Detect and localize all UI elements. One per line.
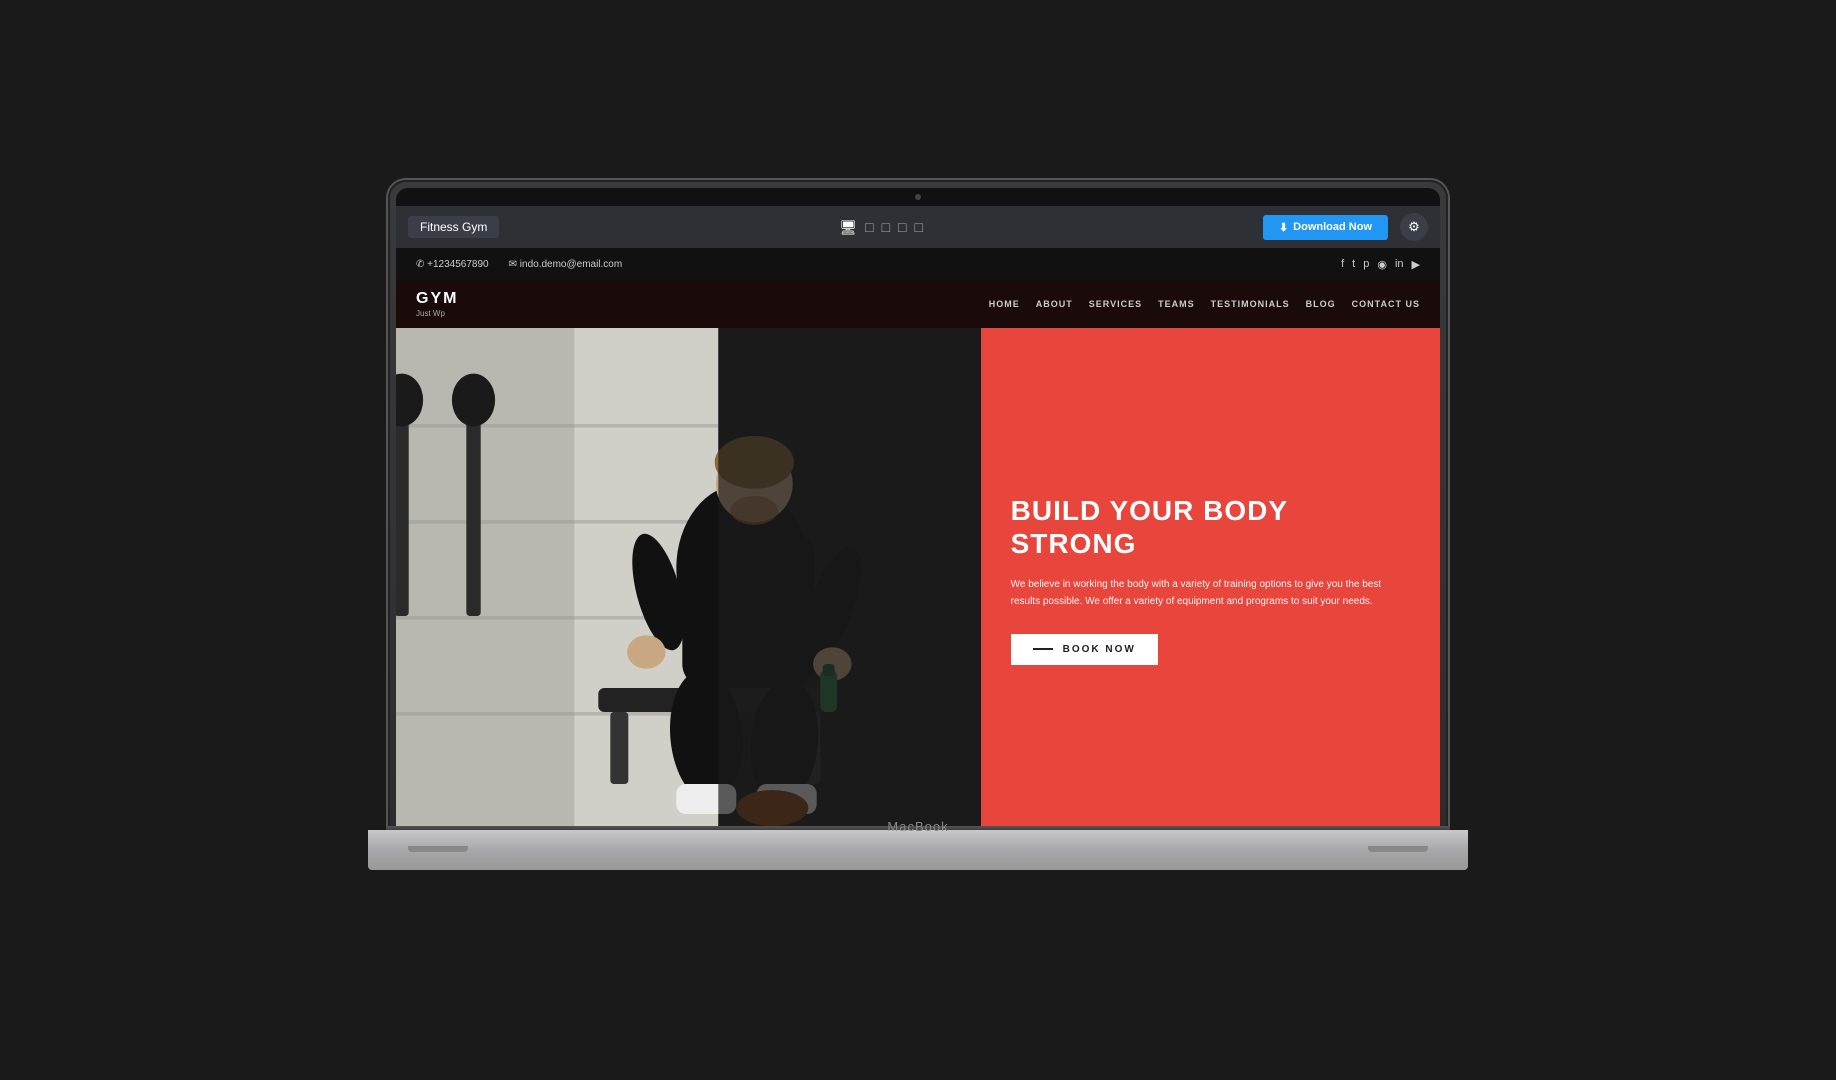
gym-illustration <box>396 328 981 832</box>
download-icon: ⬇ <box>1279 221 1288 234</box>
download-button[interactable]: ⬇ Download Now <box>1263 215 1388 240</box>
nav-blog[interactable]: BLOG <box>1306 299 1336 309</box>
nav-bar: GYM Just Wp HOME ABOUT SERVICES TEAMS TE… <box>396 280 1440 328</box>
phone-number: ✆ +1234567890 <box>416 259 489 270</box>
nav-testimonials[interactable]: TESTIMONIALS <box>1211 299 1290 309</box>
hero-headline: BUILD YOUR BODY STRONG <box>1011 495 1410 559</box>
book-now-button[interactable]: BOOK NOW <box>1011 634 1158 665</box>
macbook-foot-right <box>1368 846 1428 852</box>
screen-content: Fitness Gym 🖥 □ □ □ □ ⬇ Download Now <box>396 206 1440 832</box>
macbook-foot-left <box>408 846 468 852</box>
toolbar: Fitness Gym 🖥 □ □ □ □ ⬇ Download Now <box>396 206 1440 248</box>
mobile-icon[interactable]: □ <box>915 219 923 236</box>
pinterest-icon[interactable]: p <box>1363 258 1369 271</box>
hero-description: We believe in working the body with a va… <box>1011 576 1410 610</box>
camera-dot <box>915 194 921 200</box>
twitter-icon[interactable]: t <box>1352 258 1355 271</box>
toolbar-title: Fitness Gym <box>408 216 499 238</box>
site-logo[interactable]: GYM <box>416 290 556 308</box>
nav-contact[interactable]: CONTACT US <box>1352 299 1420 309</box>
social-icons: f t p ◉ in ▶ <box>1341 258 1420 271</box>
hero-image <box>396 328 981 832</box>
device-icons: 🖥 □ □ □ □ <box>511 219 1251 236</box>
laptop-icon[interactable]: □ <box>865 219 873 236</box>
contact-bar: ✆ +1234567890 ✉ indo.demo@email.com f t … <box>396 248 1440 280</box>
facebook-icon[interactable]: f <box>1341 258 1344 271</box>
settings-icon: ⚙ <box>1408 219 1420 235</box>
settings-button[interactable]: ⚙ <box>1400 213 1428 241</box>
youtube-icon[interactable]: ▶ <box>1412 258 1420 271</box>
nav-about[interactable]: ABOUT <box>1036 299 1073 309</box>
download-label: Download Now <box>1293 221 1372 233</box>
tablet-icon[interactable]: □ <box>882 219 890 236</box>
tablet-small-icon[interactable]: □ <box>898 219 906 236</box>
site-tagline: Just Wp <box>416 309 556 318</box>
website: Fitness Gym 🖥 □ □ □ □ ⬇ Download Now <box>396 206 1440 832</box>
gym-photo-background <box>396 328 981 832</box>
headline-line1: BUILD YOUR BODY <box>1011 495 1288 526</box>
logo-block: GYM Just Wp <box>416 290 556 318</box>
screen-bezel: Fitness Gym 🖥 □ □ □ □ ⬇ Download Now <box>396 188 1440 832</box>
macbook-lid: Fitness Gym 🖥 □ □ □ □ ⬇ Download Now <box>388 180 1448 840</box>
nav-services[interactable]: SERVICES <box>1089 299 1142 309</box>
nav-home[interactable]: HOME <box>989 299 1020 309</box>
hero-section: BUILD YOUR BODY STRONG We believe in wor… <box>396 328 1440 832</box>
email-address: ✉ indo.demo@email.com <box>509 259 623 270</box>
nav-links: HOME ABOUT SERVICES TEAMS TESTIMONIALS B… <box>556 299 1420 309</box>
book-btn-line <box>1033 648 1053 650</box>
contact-bar-left: ✆ +1234567890 ✉ indo.demo@email.com <box>416 259 1321 270</box>
book-btn-label: BOOK NOW <box>1063 644 1136 655</box>
instagram-icon[interactable]: ◉ <box>1377 258 1387 271</box>
hero-content: BUILD YOUR BODY STRONG We believe in wor… <box>981 328 1440 832</box>
macbook-scene: Fitness Gym 🖥 □ □ □ □ ⬇ Download Now <box>368 180 1468 900</box>
linkedin-icon[interactable]: in <box>1395 258 1404 271</box>
macbook-label: MacBook <box>887 819 948 834</box>
macbook-base: MacBook <box>368 830 1468 870</box>
nav-teams[interactable]: TEAMS <box>1158 299 1195 309</box>
headline-line2: STRONG <box>1011 528 1137 559</box>
desktop-icon[interactable]: 🖥 <box>839 219 857 236</box>
